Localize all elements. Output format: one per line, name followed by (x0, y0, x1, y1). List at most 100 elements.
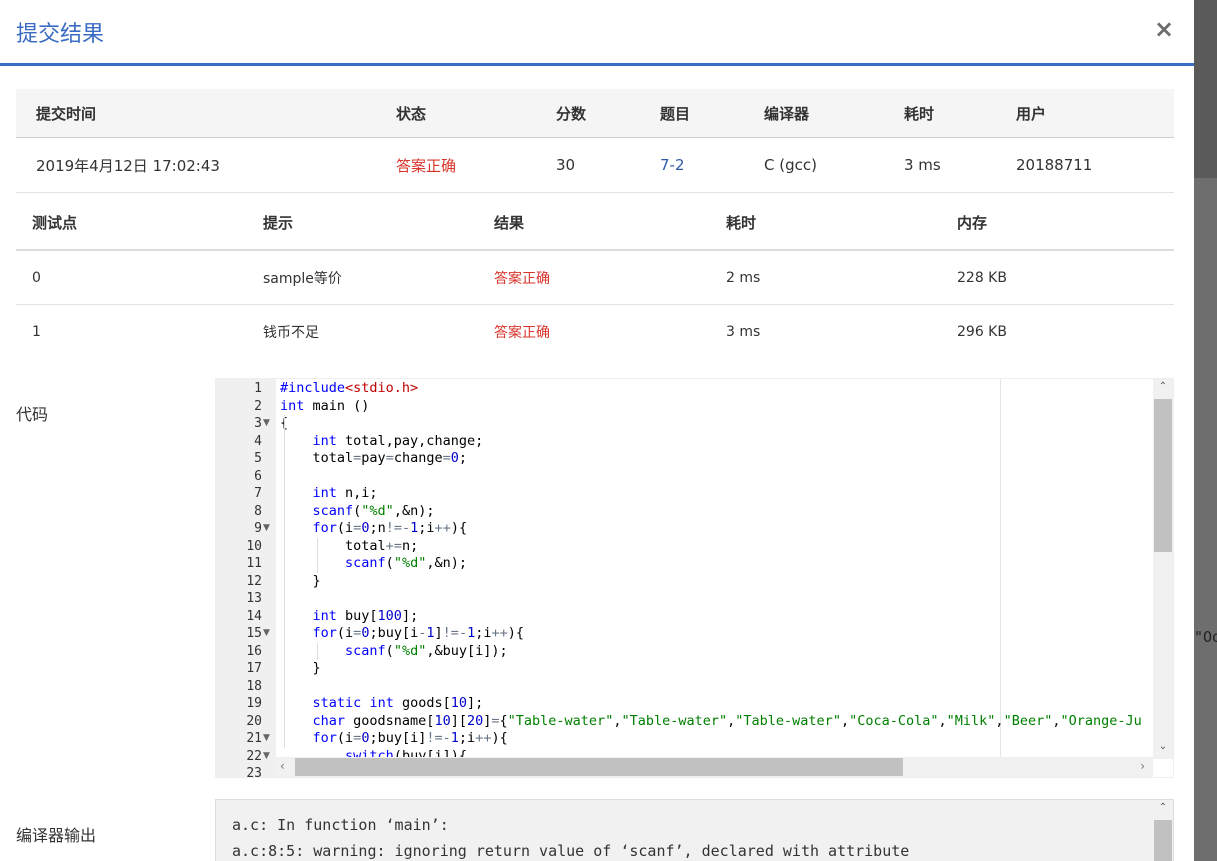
line-number: 11 (246, 556, 262, 571)
test-time: 2 ms (726, 269, 761, 286)
table-row: 0 sample等价 答案正确 2 ms 228 KB (16, 251, 1174, 305)
line-number: 23 (246, 766, 262, 778)
code-line: total+=n; (280, 537, 419, 554)
header-hint: 提示 (263, 214, 294, 232)
code-line: int n,i; (312, 485, 378, 501)
line-number: 16 (246, 643, 262, 659)
test-hint: sample等价 (263, 270, 342, 287)
fold-toggle-icon[interactable]: ▼ (263, 730, 270, 748)
vertical-scrollbar[interactable]: ⌃ ⌄ (1153, 379, 1173, 759)
line-number: 22 (246, 748, 262, 764)
problem-link[interactable]: 7-2 (660, 138, 685, 192)
backdrop-header (1194, 0, 1217, 178)
code-line: } (280, 572, 321, 589)
page-backdrop: "Oo (1194, 0, 1217, 861)
test-id: 0 (32, 269, 41, 286)
test-time: 3 ms (726, 324, 761, 340)
line-number: 4 (254, 433, 262, 449)
dialog-title: 提交结果 (16, 22, 105, 47)
header-result: 结果 (494, 214, 525, 232)
header-time: 耗时 (726, 214, 757, 232)
scroll-down-icon[interactable]: ⌄ (1153, 741, 1173, 752)
test-result: 答案正确 (494, 325, 550, 341)
line-number: 14 (246, 608, 262, 624)
test-cases-table: 测试点 提示 结果 耗时 内存 0 sample等价 答案正确 2 ms 228… (16, 196, 1174, 359)
tests-header-row: 测试点 提示 结果 耗时 内存 (16, 196, 1174, 251)
scroll-up-icon[interactable]: ⌃ (1153, 381, 1173, 392)
compiler-output-panel[interactable]: a.c: In function ‘main’: a.c:8:5: warnin… (215, 799, 1174, 861)
line-number: 6 (254, 468, 262, 484)
backdrop-peek-text: "Oo (1194, 628, 1217, 646)
header-submit-time: 提交时间 (36, 104, 97, 123)
code-line: static int goods[10]; (312, 695, 484, 711)
submit-time: 2019年4月12日 17:02:43 (36, 156, 220, 175)
line-number: 20 (246, 713, 262, 729)
compiler-value: C (gcc) (764, 156, 817, 174)
dialog-header: 提交结果 × (0, 0, 1194, 66)
summary-header-row: 提交时间 状态 分数 题目 编译器 耗时 用户 (16, 89, 1174, 138)
test-result: 答案正确 (494, 270, 550, 287)
indent-guide (284, 415, 285, 748)
line-number: 13 (246, 591, 262, 606)
code-line: #include<stdio.h> (280, 380, 419, 396)
header-status: 状态 (396, 104, 427, 123)
print-margin (1000, 379, 1001, 757)
submission-summary-table: 提交时间 状态 分数 题目 编译器 耗时 用户 2019年4月12日 17:02… (16, 89, 1174, 193)
code-content[interactable]: #include<stdio.h>int main (){ int total,… (276, 379, 1153, 757)
code-editor[interactable]: 1 2 3 ▼ 4 5 6 7 8 9 ▼ 10 11 12 13 14 15 ▼ 16 17 18 19 20 21 ▼ 22 ▼… (215, 378, 1174, 778)
line-number: 18 (246, 678, 262, 694)
line-number: 1 (254, 381, 262, 396)
code-line: for(i=0;n!=-1;i++){ (312, 520, 468, 536)
score-value: 30 (556, 156, 576, 174)
scroll-right-icon[interactable]: › (1140, 759, 1145, 773)
header-test-id: 测试点 (32, 214, 78, 232)
code-line: int main () (280, 397, 370, 414)
line-number: 8 (254, 503, 262, 519)
line-number: 9 (254, 521, 262, 536)
test-memory: 296 KB (957, 324, 1007, 340)
line-number: 3 (254, 416, 262, 431)
submission-result-dialog: 提交结果 × 提交时间 状态 分数 题目 编译器 耗时 用户 2019年4月12… (0, 0, 1194, 861)
line-number: 12 (246, 573, 262, 589)
header-compiler: 编译器 (764, 104, 810, 123)
test-memory: 228 KB (957, 269, 1007, 286)
code-line: scanf("%d",&n); (345, 555, 467, 571)
line-number: 15 (246, 626, 262, 641)
output-scrollbar-thumb[interactable] (1154, 820, 1172, 861)
line-number: 21 (246, 731, 262, 746)
horizontal-scrollbar-thumb[interactable] (295, 758, 903, 776)
code-label: 代码 (16, 405, 49, 424)
fold-toggle-icon[interactable]: ▼ (263, 748, 270, 766)
fold-toggle-icon[interactable]: ▼ (263, 415, 270, 433)
code-line: for(i=0;buy[i-1]!=-1;i++){ (312, 625, 525, 641)
vertical-scrollbar-thumb[interactable] (1154, 399, 1172, 552)
output-scrollbar[interactable]: ⌃ (1153, 800, 1173, 861)
duration-value: 3 ms (904, 156, 941, 174)
indent-guide (317, 537, 318, 573)
line-number: 19 (246, 696, 262, 711)
close-icon[interactable]: × (1152, 14, 1176, 44)
compiler-output-text: a.c: In function ‘main’: a.c:8:5: warnin… (232, 816, 910, 860)
code-line: total=pay=change=0; (280, 450, 468, 466)
line-number: 2 (254, 398, 262, 414)
line-number: 7 (254, 486, 262, 501)
code-line: int total,pay,change; (312, 432, 484, 449)
code-line: int buy[100]; (312, 607, 419, 624)
line-number: 17 (246, 661, 262, 676)
horizontal-scrollbar[interactable]: ‹ › (276, 757, 1153, 777)
fold-toggle-icon[interactable]: ▼ (263, 625, 270, 643)
header-user: 用户 (1016, 104, 1047, 123)
summary-row: 2019年4月12日 17:02:43 答案正确 30 7-2 C (gcc) … (16, 138, 1174, 193)
header-problem: 题目 (660, 104, 691, 123)
code-line: } (280, 660, 321, 676)
code-line: char goodsname[10][20]={"Table-water","T… (312, 712, 1142, 729)
scroll-left-icon[interactable]: ‹ (280, 759, 285, 773)
line-number: 5 (254, 451, 262, 466)
header-duration: 耗时 (904, 104, 935, 123)
user-value: 20188711 (1016, 156, 1093, 174)
fold-toggle-icon[interactable]: ▼ (263, 520, 270, 538)
scroll-up-icon[interactable]: ⌃ (1153, 802, 1173, 813)
code-line: scanf("%d",&buy[i]); (345, 642, 508, 659)
test-id: 1 (32, 324, 41, 340)
status-badge: 答案正确 (396, 156, 457, 175)
